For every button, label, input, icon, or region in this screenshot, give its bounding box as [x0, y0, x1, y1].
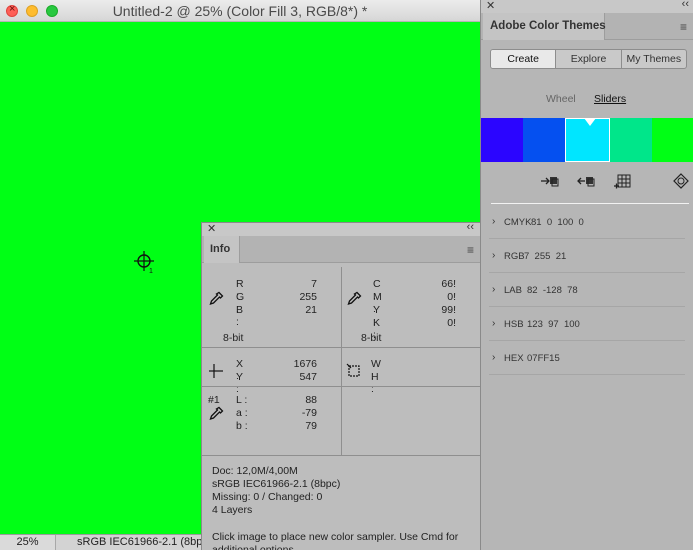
info-panel-header[interactable]: ✕ ‹‹ — [202, 221, 480, 236]
color-row-rgb[interactable]: › RGB 7 255 21 — [489, 239, 685, 273]
h-label: H : — [371, 371, 379, 395]
b-label: B : — [236, 304, 244, 328]
y-value: 547 — [299, 371, 317, 383]
b-label: b : — [236, 420, 248, 432]
k-value: 0! — [447, 317, 456, 329]
missing-changed-text: Missing: 0 / Changed: 0 — [212, 491, 323, 503]
divider — [341, 267, 342, 347]
color-mode-name: RGB — [504, 251, 525, 262]
color-row-cmyk[interactable]: › CMYK 81 0 100 0 — [489, 205, 685, 239]
l-label: L : — [236, 394, 248, 406]
color-mode-name: LAB — [504, 285, 522, 296]
collapse-panel-icon[interactable]: ‹‹ — [467, 221, 474, 233]
get-from-swatches-icon[interactable] — [575, 172, 595, 190]
color-mode-values: 123 97 100 — [527, 319, 580, 330]
color-mode-values: 07FF15 — [527, 353, 560, 364]
tab-adobe-color-themes[interactable]: Adobe Color Themes — [483, 13, 606, 40]
chevron-right-icon[interactable]: › — [492, 216, 495, 227]
swatch-1[interactable] — [481, 118, 524, 162]
doc-profile-text: sRGB IEC61966-2.1 (8bpc) — [212, 478, 341, 490]
color-themes-panel: ✕ ‹‹ Adobe Color Themes ≡ Create Explore… — [480, 0, 693, 550]
swatch-4[interactable] — [609, 118, 652, 162]
color-harmony-icon[interactable] — [671, 172, 691, 190]
divider — [341, 347, 342, 455]
themes-segmented-control: Create Explore My Themes — [490, 49, 687, 69]
m-value: 0! — [447, 291, 456, 303]
color-mode-name: HEX — [504, 353, 524, 364]
y-label: Y : — [236, 371, 243, 395]
b-value: 79 — [305, 420, 317, 432]
segment-explore[interactable]: Explore — [556, 50, 622, 68]
l-value: 88 — [305, 394, 317, 406]
color-mode-values: 81 0 100 0 — [531, 217, 584, 228]
sampler-number: #1 — [208, 394, 220, 406]
document-title: Untitled-2 @ 25% (Color Fill 3, RGB/8*) … — [112, 3, 368, 19]
y-value: 99! — [441, 304, 456, 316]
chevron-right-icon[interactable]: › — [492, 318, 495, 329]
a-label: a : — [236, 407, 248, 419]
close-icon[interactable]: ✕ — [486, 0, 495, 12]
info-panel: ✕ ‹‹ Info ≡ R : G : B : 7 255 21 8-bit C… — [201, 221, 481, 550]
r-value: 7 — [311, 278, 317, 290]
add-to-library-grid-icon[interactable] — [613, 172, 633, 190]
info-tab-bar: Info ≡ — [202, 236, 480, 263]
zoom-level-field[interactable]: 25% — [0, 535, 56, 550]
swatch-2[interactable] — [523, 118, 566, 162]
title-bar: Untitled-2 @ 25% (Color Fill 3, RGB/8*) … — [0, 0, 480, 22]
tab-info[interactable]: Info — [204, 236, 240, 263]
layers-count-text: 4 Layers — [212, 504, 253, 516]
color-themes-tab-bar: Adobe Color Themes ≡ — [481, 13, 693, 40]
chevron-right-icon[interactable]: › — [492, 284, 495, 295]
g-value: 255 — [299, 291, 317, 303]
c-value: 66! — [441, 278, 456, 290]
panel-menu-icon[interactable]: ≡ — [467, 243, 474, 257]
divider — [202, 455, 481, 456]
b-value: 21 — [305, 304, 317, 316]
eyedropper-icon[interactable] — [208, 406, 224, 422]
segment-create[interactable]: Create — [491, 50, 557, 68]
doc-size-text: Doc: 12,0M/4,00M — [212, 465, 298, 477]
a-value: -79 — [301, 407, 317, 419]
color-mode-values: 7 255 21 — [524, 251, 567, 262]
collapse-panel-icon[interactable]: ‹‹ — [682, 0, 689, 10]
add-to-swatches-icon[interactable] — [539, 172, 559, 190]
selection-size-icon — [346, 363, 360, 377]
x-value: 1676 — [293, 358, 317, 370]
cmyk-bit-depth: 8-bit — [361, 332, 382, 344]
mode-wheel-link[interactable]: Wheel — [546, 93, 576, 105]
color-mode-name: HSB — [504, 319, 524, 330]
divider — [491, 203, 689, 204]
panel-menu-icon[interactable]: ≡ — [680, 20, 687, 34]
color-row-hsb[interactable]: › HSB 123 97 100 — [489, 307, 685, 341]
color-mode-name: CMYK — [504, 217, 532, 228]
selected-swatch-marker-icon — [584, 118, 596, 126]
color-row-lab[interactable]: › LAB 82 -128 78 — [489, 273, 685, 307]
divider — [202, 386, 481, 387]
rgb-bit-depth: 8-bit — [223, 332, 244, 344]
chevron-right-icon[interactable]: › — [492, 250, 495, 261]
svg-text:1: 1 — [149, 268, 153, 274]
segment-my-themes[interactable]: My Themes — [622, 50, 686, 68]
color-themes-panel-header[interactable]: ✕ ‹‹ — [481, 0, 693, 13]
tool-hint-text: Click image to place new color sampler. … — [212, 531, 459, 550]
document-profile-text[interactable]: sRGB IEC61966-2.1 (8bpc) — [77, 535, 201, 550]
color-row-hex[interactable]: › HEX 07FF15 — [489, 341, 685, 375]
color-mode-values: 82 -128 78 — [527, 285, 578, 296]
mode-sliders-link[interactable]: Sliders — [594, 93, 626, 105]
chevron-right-icon[interactable]: › — [492, 352, 495, 363]
swatch-5[interactable] — [651, 118, 693, 162]
eyedropper-icon[interactable] — [208, 291, 224, 307]
document-info: Doc: 12,0M/4,00M sRGB IEC61966-2.1 (8bpc… — [212, 465, 340, 517]
close-icon[interactable]: ✕ — [207, 222, 216, 235]
color-sampler-crosshair-icon[interactable]: 1 — [133, 250, 157, 274]
crosshair-icon — [209, 364, 223, 378]
eyedropper-icon[interactable] — [346, 291, 362, 307]
